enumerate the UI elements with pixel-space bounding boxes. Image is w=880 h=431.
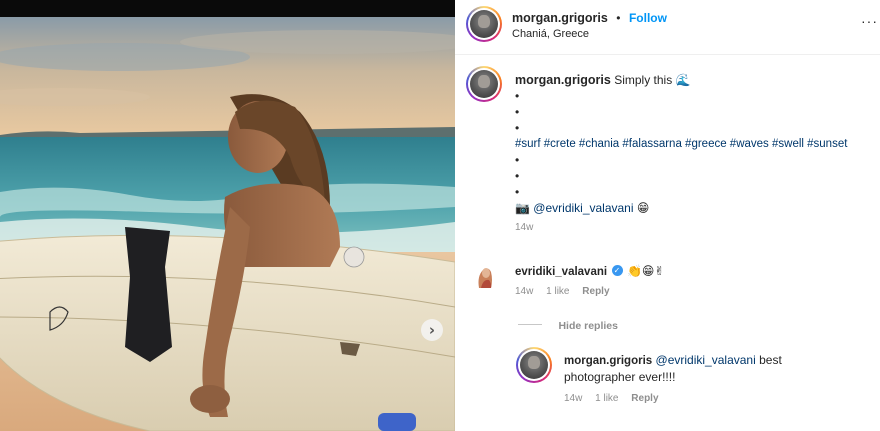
- comment-likes[interactable]: 1 like: [546, 286, 569, 297]
- comment-reply-button[interactable]: Reply: [582, 286, 609, 297]
- caption-author[interactable]: morgan.grigoris: [515, 73, 611, 87]
- caption-hashtags[interactable]: #surf #crete #chania #falassarna #greece…: [515, 136, 875, 152]
- commenter-avatar[interactable]: [471, 262, 499, 290]
- comment-meta: 14w 1 like Reply: [515, 286, 620, 297]
- reply-text-line2: photographer ever!!!!: [564, 370, 676, 384]
- reply-meta: 14w 1 like Reply: [564, 393, 669, 404]
- commenter-username[interactable]: evridiki_valavani: [515, 266, 607, 278]
- author-avatar[interactable]: [466, 6, 502, 42]
- carousel-next-button[interactable]: ›: [421, 319, 443, 341]
- separator-dot: •: [616, 11, 621, 25]
- author-username[interactable]: morgan.grigoris: [512, 11, 608, 25]
- caption: morgan.grigoris Simply this 🌊 • • • #sur…: [515, 72, 875, 236]
- top-bar: [0, 0, 455, 17]
- caption-bullet: •: [515, 89, 520, 103]
- caption-time[interactable]: 14w: [515, 220, 875, 236]
- camera-emoji: 📷: [515, 201, 530, 215]
- caption-bullet: •: [515, 185, 520, 199]
- grin-emoji: 😁: [636, 201, 650, 215]
- caption-text: Simply this: [614, 73, 673, 87]
- hide-replies-label[interactable]: Hide replies: [558, 320, 618, 332]
- caption-bullet: •: [515, 153, 520, 167]
- comment-time[interactable]: 14w: [515, 286, 533, 297]
- verified-badge-icon: ✓: [611, 265, 623, 277]
- surfer-photo-illustration: [0, 17, 455, 431]
- reply-reply-button[interactable]: Reply: [631, 393, 658, 404]
- post-header: morgan.grigoris • Follow Chaniá, Greece …: [455, 0, 880, 55]
- reply-author[interactable]: morgan.grigoris: [564, 355, 652, 367]
- post-photo[interactable]: ›: [0, 17, 455, 431]
- post-detail-pane: morgan.grigoris • Follow Chaniá, Greece …: [455, 0, 880, 431]
- follow-button[interactable]: Follow: [629, 11, 667, 25]
- chevron-right-icon: ›: [428, 321, 436, 339]
- hide-replies-line: [518, 324, 542, 326]
- comment: evridiki_valavani ✓ 👏😁✌: [515, 262, 664, 280]
- caption-bullet: •: [515, 105, 520, 119]
- wave-emoji: 🌊: [675, 73, 691, 87]
- photo-credit-mention[interactable]: @evridiki_valavani: [533, 201, 633, 215]
- reply-time[interactable]: 14w: [564, 393, 582, 404]
- reply-likes[interactable]: 1 like: [595, 393, 618, 404]
- post-location[interactable]: Chaniá, Greece: [512, 28, 589, 40]
- comment-emojis: 👏😁✌: [626, 264, 665, 278]
- reply-avatar[interactable]: [516, 347, 552, 383]
- hide-replies[interactable]: Hide replies: [518, 316, 618, 334]
- reply-comment: morgan.grigoris @evridiki_valavani best …: [564, 352, 874, 385]
- ellipsis-icon[interactable]: ···: [861, 13, 878, 29]
- reply-text-line1: best: [759, 353, 782, 367]
- caption-avatar[interactable]: [466, 66, 502, 102]
- caption-bullet: •: [515, 121, 520, 135]
- caption-bullet: •: [515, 169, 520, 183]
- reply-mention[interactable]: @evridiki_valavani: [656, 353, 756, 367]
